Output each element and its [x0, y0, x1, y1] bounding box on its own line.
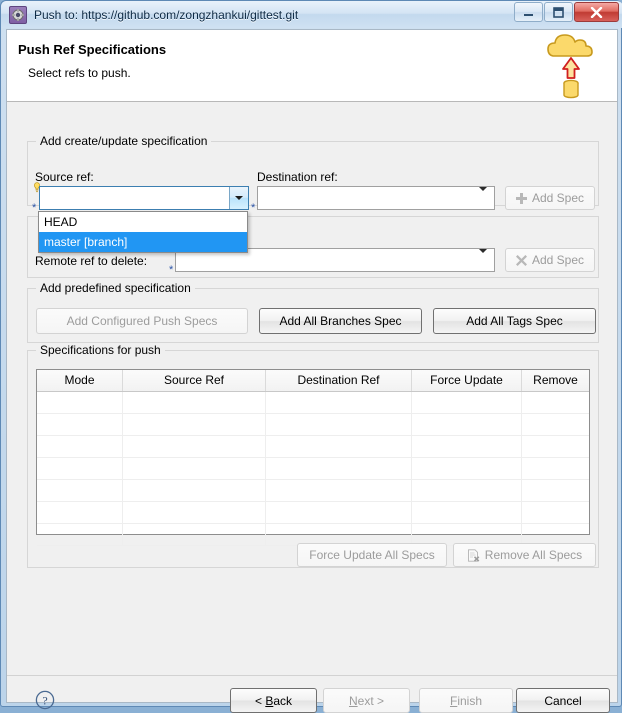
- remove-doc-icon: [467, 548, 480, 562]
- add-all-branches-spec-button[interactable]: Add All Branches Spec: [259, 308, 422, 334]
- push-dialog-window: Push to: https://github.com/zongzhankui/…: [0, 0, 622, 713]
- destination-ref-combo[interactable]: [257, 186, 495, 210]
- page-subtitle: Select refs to push.: [28, 66, 131, 80]
- specifications-legend: Specifications for push: [36, 343, 165, 357]
- dialog-client-area: Push Ref Specifications Select refs to p…: [6, 29, 618, 713]
- minimize-button[interactable]: [514, 2, 543, 22]
- finish-button-label: Finish: [449, 693, 483, 708]
- table-row[interactable]: [37, 458, 589, 480]
- add-configured-push-specs-label: Add Configured Push Specs: [66, 314, 218, 328]
- force-update-all-specs-label: Force Update All Specs: [309, 548, 435, 562]
- source-ref-label: Source ref:: [35, 170, 94, 184]
- back-button[interactable]: < Back: [230, 688, 317, 713]
- remove-all-specs-button[interactable]: Remove All Specs: [453, 543, 596, 567]
- table-body: [37, 392, 589, 546]
- finish-button[interactable]: Finish: [419, 688, 513, 713]
- page-title: Push Ref Specifications: [18, 42, 167, 57]
- create-update-legend: Add create/update specification: [36, 134, 212, 148]
- add-all-branches-spec-label: Add All Branches Spec: [279, 314, 402, 328]
- cancel-button-label: Cancel: [544, 693, 582, 708]
- column-header-destination-ref[interactable]: Destination Ref: [266, 370, 412, 391]
- cloud-push-icon: [547, 34, 593, 99]
- add-all-tags-spec-button[interactable]: Add All Tags Spec: [433, 308, 596, 334]
- destination-ref-label: Destination ref:: [257, 170, 338, 184]
- column-header-remove[interactable]: Remove: [522, 370, 589, 391]
- add-create-spec-button[interactable]: Add Spec: [505, 186, 595, 210]
- add-configured-push-specs-button[interactable]: Add Configured Push Specs: [36, 308, 248, 334]
- source-ref-combo-arrow[interactable]: [229, 187, 248, 209]
- cross-icon: [515, 254, 527, 266]
- svg-text:?: ?: [42, 693, 47, 707]
- source-ref-combo[interactable]: [39, 186, 249, 210]
- title-bar[interactable]: Push to: https://github.com/zongzhankui/…: [1, 1, 622, 28]
- table-header-row: Mode Source Ref Destination Ref Force Up…: [37, 370, 589, 392]
- footer-divider: [7, 675, 617, 676]
- remove-all-specs-label: Remove All Specs: [484, 548, 583, 562]
- maximize-button[interactable]: [544, 2, 573, 22]
- window-title: Push to: https://github.com/zongzhankui/…: [34, 7, 299, 22]
- chevron-down-icon: [235, 196, 243, 200]
- dropdown-option-head[interactable]: HEAD: [39, 212, 247, 232]
- wizard-header: Push Ref Specifications Select refs to p…: [7, 30, 617, 102]
- next-button-label: Next >: [348, 693, 385, 708]
- window-controls: [514, 2, 619, 22]
- app-gear-icon: [9, 5, 27, 24]
- table-row[interactable]: [37, 414, 589, 436]
- column-header-mode[interactable]: Mode: [37, 370, 123, 391]
- column-header-force-update[interactable]: Force Update: [412, 370, 522, 391]
- force-update-all-specs-button[interactable]: Force Update All Specs: [297, 543, 447, 567]
- destination-ref-required-marker: *: [251, 202, 256, 214]
- add-delete-spec-label: Add Spec: [531, 253, 585, 267]
- add-delete-spec-button[interactable]: Add Spec: [505, 248, 595, 272]
- table-row[interactable]: [37, 480, 589, 502]
- plus-icon: [515, 192, 527, 204]
- source-ref-required-marker: *: [32, 202, 37, 214]
- add-create-spec-label: Add Spec: [531, 191, 585, 205]
- remote-ref-required-marker: *: [169, 264, 174, 276]
- dropdown-option-master[interactable]: master [branch]: [39, 232, 247, 252]
- help-icon[interactable]: ?: [35, 690, 55, 710]
- source-ref-input[interactable]: [40, 187, 229, 209]
- chevron-down-icon: [479, 249, 487, 267]
- table-row[interactable]: [37, 502, 589, 524]
- column-header-source-ref[interactable]: Source Ref: [123, 370, 266, 391]
- next-button[interactable]: Next >: [323, 688, 410, 713]
- table-row[interactable]: [37, 392, 589, 414]
- back-button-label: < Back: [254, 693, 293, 708]
- source-ref-dropdown-list[interactable]: HEAD master [branch]: [38, 211, 248, 253]
- predefined-spec-legend: Add predefined specification: [36, 281, 195, 295]
- add-all-tags-spec-label: Add All Tags Spec: [466, 314, 563, 328]
- close-button[interactable]: [574, 2, 619, 22]
- remote-ref-delete-label: Remote ref to delete:: [35, 254, 148, 268]
- specifications-table[interactable]: Mode Source Ref Destination Ref Force Up…: [36, 369, 590, 546]
- cancel-button[interactable]: Cancel: [516, 688, 610, 713]
- table-row[interactable]: [37, 436, 589, 458]
- chevron-down-icon: [479, 187, 487, 205]
